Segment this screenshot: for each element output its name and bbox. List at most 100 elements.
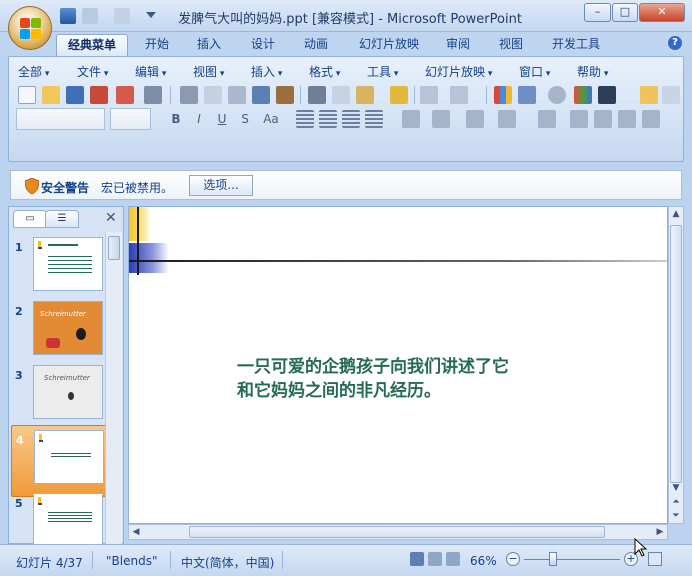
tab-home[interactable]: 开始 bbox=[136, 34, 178, 56]
color-scheme-icon[interactable] bbox=[574, 86, 592, 104]
horizontal-scrollbar[interactable]: ◀ ▶ bbox=[128, 524, 668, 540]
print-icon[interactable] bbox=[180, 86, 198, 104]
undo-toolbar-icon[interactable] bbox=[420, 86, 438, 104]
increase-indent-icon[interactable] bbox=[642, 110, 660, 128]
close-panel-icon[interactable]: ✕ bbox=[105, 210, 117, 226]
research-icon[interactable] bbox=[276, 86, 294, 104]
scroll-up-icon[interactable]: ▲ bbox=[669, 207, 683, 221]
normal-view-icon[interactable] bbox=[410, 552, 424, 566]
language-indicator[interactable]: 中文(简体，中国) bbox=[181, 554, 274, 571]
save-icon[interactable] bbox=[60, 8, 76, 24]
zoom-slider[interactable] bbox=[524, 559, 620, 560]
print-preview-icon[interactable] bbox=[204, 86, 222, 104]
chart-icon[interactable] bbox=[494, 86, 512, 104]
fit-to-window-icon[interactable] bbox=[648, 552, 662, 566]
paste-icon[interactable] bbox=[356, 86, 374, 104]
tab-review[interactable]: 审阅 bbox=[437, 34, 479, 56]
font-name-combo[interactable] bbox=[16, 108, 105, 130]
next-slide-icon[interactable]: ⏷ bbox=[669, 509, 683, 523]
options-button[interactable]: 选项... bbox=[189, 175, 253, 196]
tab-slide-show[interactable]: 幻灯片放映 bbox=[350, 34, 428, 56]
format-painter-icon[interactable] bbox=[390, 86, 408, 104]
close-button[interactable]: ✕ bbox=[639, 3, 685, 22]
background-icon[interactable] bbox=[598, 86, 616, 104]
previous-slide-icon[interactable]: ⏶ bbox=[669, 495, 683, 509]
spelling-icon[interactable] bbox=[252, 86, 270, 104]
scroll-left-icon[interactable]: ◀ bbox=[129, 525, 143, 539]
redo-toolbar-icon[interactable] bbox=[450, 86, 468, 104]
change-case-button[interactable]: Aa bbox=[259, 110, 283, 128]
slide-thumbnail-2[interactable]: 2 Schreimutter bbox=[11, 297, 107, 369]
font-color-icon[interactable] bbox=[538, 110, 556, 128]
menu-insert[interactable]: 插入 bbox=[251, 63, 282, 80]
slide-thumbnail-3[interactable]: 3 Schreimutter bbox=[11, 361, 107, 433]
minimize-button[interactable]: – bbox=[584, 3, 611, 22]
align-center-icon[interactable] bbox=[319, 110, 337, 128]
zoom-slider-thumb[interactable] bbox=[549, 552, 557, 566]
slide-body-text[interactable]: 一只可爱的企鹅孩子向我们讲述了它 和它妈妈之间的非凡经历。 bbox=[237, 355, 617, 403]
slide-show-view-icon[interactable] bbox=[446, 552, 460, 566]
office-button[interactable] bbox=[8, 6, 52, 50]
page-setup-icon[interactable] bbox=[228, 86, 246, 104]
tab-classic-menu[interactable]: 经典菜单 bbox=[56, 34, 128, 56]
menu-file[interactable]: 文件 bbox=[77, 63, 108, 80]
menu-tools[interactable]: 工具 bbox=[367, 63, 398, 80]
shadow-button[interactable]: S bbox=[236, 110, 254, 128]
slides-panel-scrollbar[interactable] bbox=[105, 232, 122, 544]
decrease-indent-icon[interactable] bbox=[618, 110, 636, 128]
zoom-level[interactable]: 66% bbox=[470, 554, 497, 568]
vertical-scrollbar[interactable]: ▲ ▼ ⏶ ⏷ bbox=[668, 206, 684, 524]
cut-icon[interactable] bbox=[308, 86, 326, 104]
slide-canvas[interactable]: 一只可爱的企鹅孩子向我们讲述了它 和它妈妈之间的非凡经历。 bbox=[128, 206, 668, 524]
zoom-out-icon[interactable]: − bbox=[506, 552, 520, 566]
slide-sorter-view-icon[interactable] bbox=[428, 552, 442, 566]
tab-outline[interactable]: ☰ bbox=[45, 210, 79, 228]
text-direction-icon[interactable] bbox=[402, 110, 420, 128]
menu-slide-show[interactable]: 幻灯片放映 bbox=[425, 63, 492, 80]
permission-icon[interactable] bbox=[90, 86, 108, 104]
save-toolbar-icon[interactable] bbox=[66, 86, 84, 104]
menu-window[interactable]: 窗口 bbox=[519, 63, 550, 80]
tab-insert[interactable]: 插入 bbox=[188, 34, 230, 56]
customize-quick-access-icon[interactable] bbox=[146, 12, 156, 20]
tab-slides[interactable]: ▭ bbox=[13, 210, 47, 228]
new-slide-icon[interactable] bbox=[640, 86, 658, 104]
bold-button[interactable]: B bbox=[167, 110, 185, 128]
copy-icon[interactable] bbox=[332, 86, 350, 104]
bullets-icon[interactable] bbox=[498, 110, 516, 128]
expand-toolbar-icon[interactable] bbox=[662, 86, 680, 104]
undo-icon[interactable] bbox=[82, 8, 98, 24]
tab-design[interactable]: 设计 bbox=[242, 34, 284, 56]
numbering-icon[interactable] bbox=[466, 110, 484, 128]
shrink-font-icon[interactable] bbox=[594, 110, 612, 128]
menu-view[interactable]: 视图 bbox=[193, 63, 224, 80]
hyperlink-icon[interactable] bbox=[548, 86, 566, 104]
align-left-icon[interactable] bbox=[296, 110, 314, 128]
tab-view[interactable]: 视图 bbox=[490, 34, 532, 56]
scroll-right-icon[interactable]: ▶ bbox=[653, 525, 667, 539]
slide-thumbnail-4[interactable]: 4 bbox=[11, 425, 107, 497]
tab-developer[interactable]: 开发工具 bbox=[544, 34, 608, 56]
font-size-combo[interactable] bbox=[110, 108, 151, 130]
horizontal-scroll-thumb[interactable] bbox=[189, 526, 605, 538]
align-right-icon[interactable] bbox=[342, 110, 360, 128]
slide-thumbnail-1[interactable]: 1 bbox=[11, 233, 107, 305]
grow-font-icon[interactable] bbox=[570, 110, 588, 128]
line-spacing-icon[interactable] bbox=[432, 110, 450, 128]
redo-icon[interactable] bbox=[114, 8, 130, 24]
tab-animations[interactable]: 动画 bbox=[295, 34, 337, 56]
menu-edit[interactable]: 编辑 bbox=[135, 63, 166, 80]
justify-icon[interactable] bbox=[365, 110, 383, 128]
underline-button[interactable]: U bbox=[213, 110, 231, 128]
menu-format[interactable]: 格式 bbox=[309, 63, 340, 80]
email-icon[interactable] bbox=[116, 86, 134, 104]
scroll-down-icon[interactable]: ▼ bbox=[669, 481, 683, 495]
new-icon[interactable] bbox=[18, 86, 36, 104]
open-icon[interactable] bbox=[42, 86, 60, 104]
maximize-button[interactable]: □ bbox=[612, 3, 638, 22]
menu-all[interactable]: 全部 bbox=[18, 63, 49, 80]
vertical-scroll-thumb[interactable] bbox=[670, 225, 682, 483]
table-icon[interactable] bbox=[518, 86, 536, 104]
pdf-icon[interactable] bbox=[144, 86, 162, 104]
italic-button[interactable]: I bbox=[190, 110, 208, 128]
